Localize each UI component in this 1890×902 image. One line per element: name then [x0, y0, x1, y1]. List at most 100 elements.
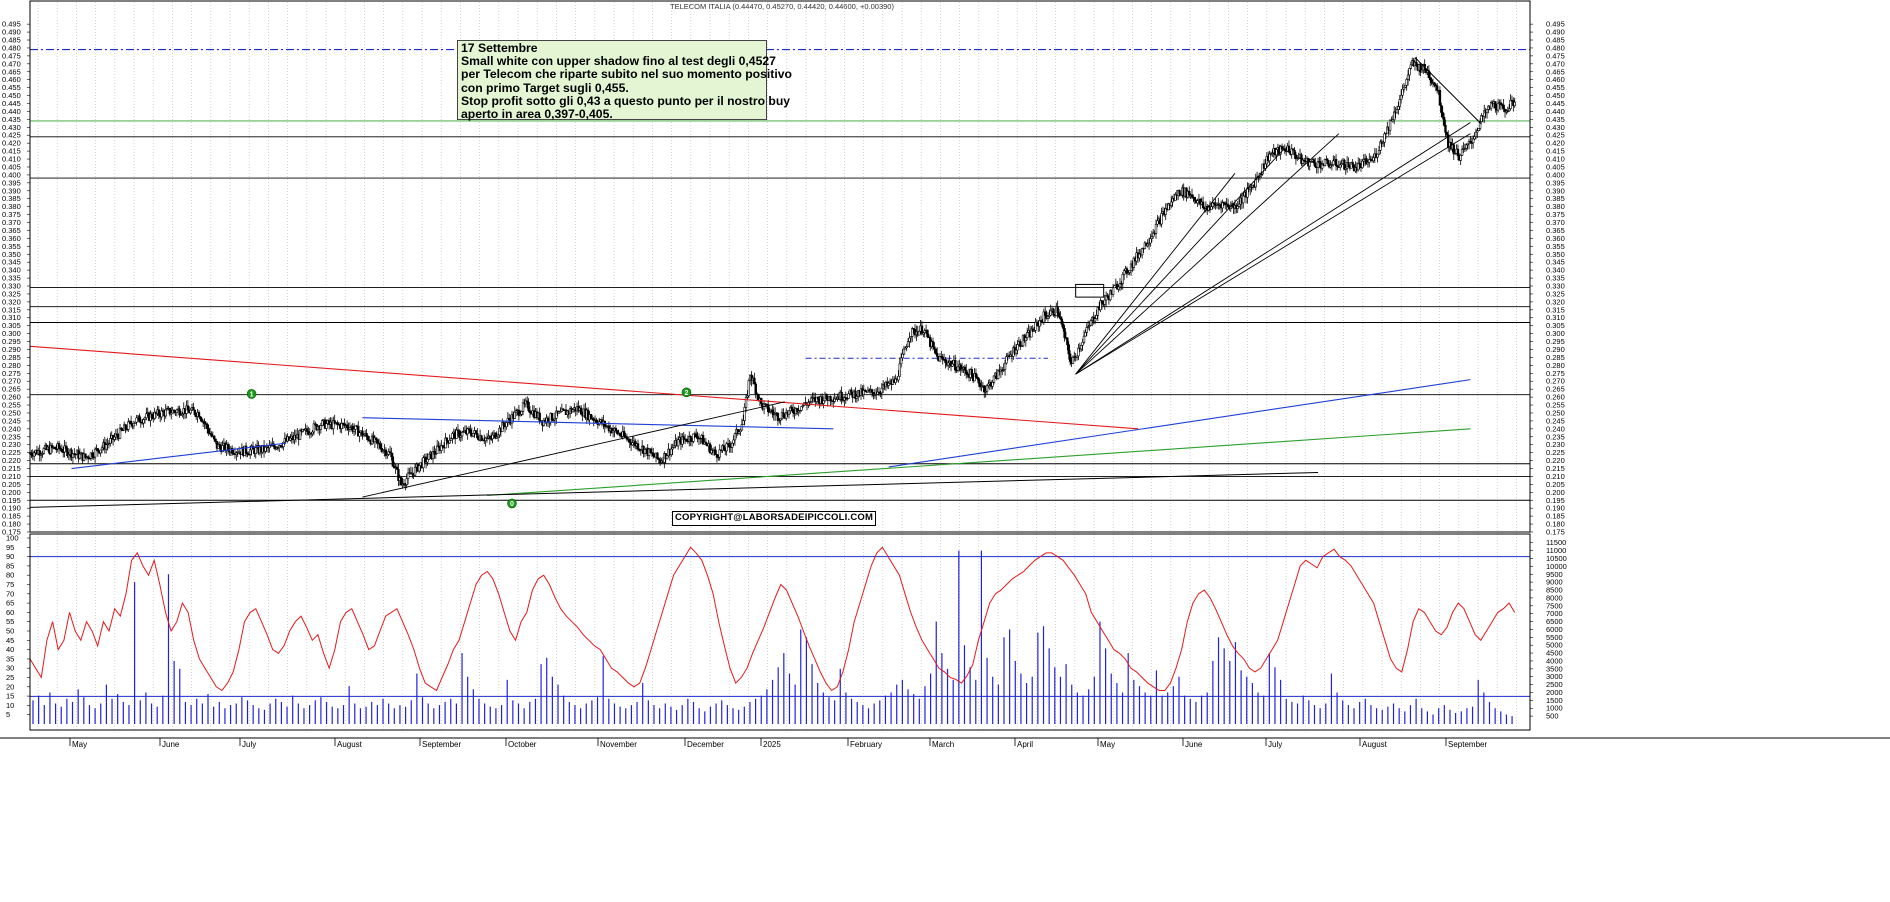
osc-tick-label: 65 [6, 599, 14, 608]
candle-body [977, 378, 980, 384]
month-label: March [932, 740, 954, 749]
osc-tick-label: 50 [6, 627, 14, 636]
candle-body [57, 443, 61, 449]
analysis-annotation: 17 Settembre Small white con upper shado… [457, 40, 792, 121]
candle-body [1401, 88, 1404, 96]
annotation-line: con primo Target sugli 0,455. [461, 80, 629, 95]
candle-body [944, 359, 947, 363]
y-tick-label-left: 0.240 [2, 424, 21, 433]
y-tick-label-right: 0.220 [1546, 456, 1565, 465]
candle-body [649, 448, 652, 453]
candle-body [1066, 337, 1069, 346]
volume-tick-label: 7000 [1546, 609, 1563, 618]
candle-body [214, 438, 217, 442]
y-tick-label-left: 0.270 [2, 377, 21, 386]
candle-body [1372, 157, 1375, 162]
y-tick-label-right: 0.360 [1546, 234, 1565, 243]
candle-body [305, 428, 309, 432]
trendline-blue [888, 379, 1471, 468]
y-tick-label-right: 0.460 [1546, 75, 1565, 84]
reference-lines [30, 48, 1530, 501]
candle-body [1408, 68, 1411, 76]
candle-body [1193, 196, 1196, 201]
month-label: December [687, 740, 724, 749]
candle-body [100, 447, 104, 451]
y-tick-label-right: 0.320 [1546, 297, 1565, 306]
candle-body [405, 478, 408, 485]
candle-body [1332, 160, 1335, 165]
candle-body [321, 420, 324, 426]
candle-body [935, 353, 939, 357]
month-label: September [422, 740, 461, 749]
y-tick-label-left: 0.360 [2, 234, 21, 243]
volume-tick-label: 10000 [1546, 562, 1567, 571]
candle-body [1121, 274, 1124, 284]
volume-tick-label: 9000 [1546, 578, 1563, 587]
candle-body [926, 329, 929, 338]
candle-body [469, 429, 472, 434]
candle-body [93, 448, 97, 458]
candle-body [207, 428, 210, 434]
candle-body [1383, 133, 1386, 143]
candle-body [1308, 161, 1311, 167]
candle-body [1430, 79, 1433, 84]
candle-body [1067, 344, 1070, 355]
y-tick-label-left: 0.465 [2, 67, 21, 76]
month-label: 2025 [763, 740, 781, 749]
annotation-line: per Telecom che riparte subito nel suo m… [461, 67, 792, 82]
volume-tick-label: 8000 [1546, 593, 1563, 602]
axes: 0.175 0.1750.180 0.1800.185 0.1850.190 0.190… [0, 0, 1890, 749]
candle-body [1496, 102, 1500, 111]
candle-body [471, 433, 475, 437]
candle-body [1034, 321, 1037, 331]
candle-body [985, 385, 989, 392]
candle-body [733, 433, 737, 441]
candle-body [1465, 144, 1468, 149]
candle-body [502, 422, 505, 426]
candle-body [1494, 101, 1497, 109]
volume-tick-label: 5000 [1546, 641, 1563, 650]
y-tick-label-left: 0.245 [2, 416, 21, 425]
y-tick-label-right: 0.330 [1546, 282, 1565, 291]
candle-body [1111, 287, 1115, 295]
candle-body [488, 435, 492, 439]
y-tick-label-right: 0.370 [1546, 218, 1565, 227]
candle-body [1170, 201, 1173, 206]
y-tick-label-left: 0.430 [2, 123, 21, 132]
y-tick-label-right: 0.275 [1546, 369, 1565, 378]
y-tick-label-right: 0.240 [1546, 424, 1565, 433]
candle-body [1044, 311, 1047, 316]
candle-body [312, 423, 316, 433]
candle-body [1071, 356, 1075, 364]
y-tick-label-right: 0.325 [1546, 289, 1565, 298]
candle-body [1406, 74, 1410, 80]
y-tick-label-left: 0.180 [2, 520, 21, 529]
candle-body [142, 419, 145, 424]
candle-body [725, 443, 728, 452]
candle-body [1117, 286, 1120, 290]
candle-body [127, 421, 130, 430]
osc-tick-label: 95 [6, 543, 14, 552]
y-tick-label-right: 0.255 [1546, 401, 1565, 410]
candle-body [1445, 132, 1449, 136]
osc-tick-label: 60 [6, 608, 14, 617]
y-tick-label-left: 0.355 [2, 242, 21, 251]
y-tick-label-left: 0.200 [2, 488, 21, 497]
y-tick-label-left: 0.400 [2, 170, 21, 179]
y-tick-label-left: 0.275 [2, 369, 21, 378]
candle-body [1399, 94, 1403, 100]
y-tick-label-left: 0.340 [2, 266, 21, 275]
candle-body [911, 328, 914, 337]
candle-body [656, 452, 659, 459]
candle-body [589, 414, 593, 419]
y-tick-label-left: 0.295 [2, 337, 21, 346]
candle-body [1485, 109, 1489, 114]
candle-body [193, 409, 197, 415]
y-tick-label-right: 0.475 [1546, 51, 1565, 60]
volume-tick-label: 10500 [1546, 554, 1567, 563]
pattern-marker-label: 0 [510, 501, 514, 508]
candle-body [135, 417, 138, 423]
y-tick-label-left: 0.310 [2, 313, 21, 322]
candle-body [550, 412, 554, 421]
candle-body [186, 405, 190, 411]
